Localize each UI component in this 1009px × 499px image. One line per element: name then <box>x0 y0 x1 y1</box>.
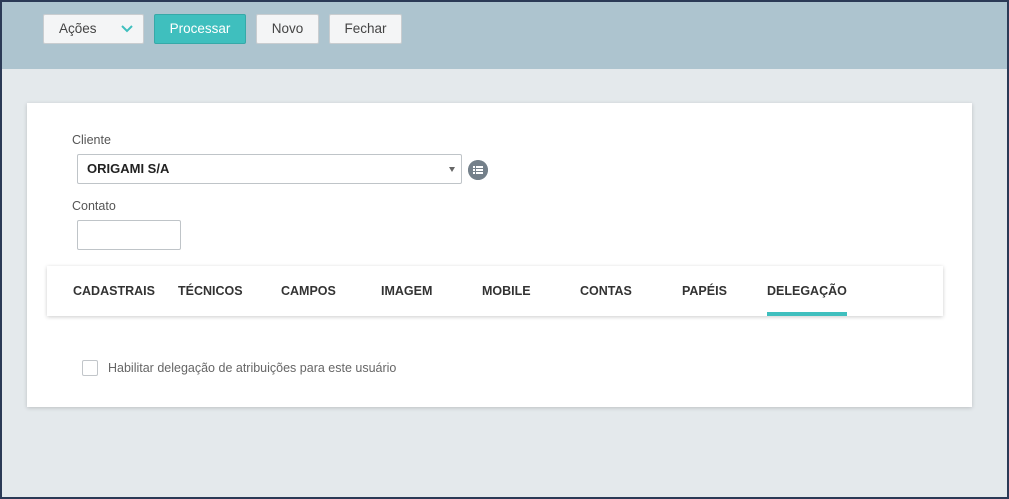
app-window: Ações Processar Novo Fechar Cliente ORIG… <box>0 0 1009 499</box>
tab-imagem[interactable]: IMAGEM <box>381 266 432 316</box>
cliente-select[interactable]: ORIGAMI S/A <box>77 154 462 184</box>
fechar-button[interactable]: Fechar <box>329 14 402 44</box>
form-card: Cliente ORIGAMI S/A Contato CADASTRAIS T… <box>27 103 972 407</box>
delegacao-checkbox[interactable] <box>82 360 98 376</box>
tab-label: TÉCNICOS <box>178 284 243 298</box>
tab-campos[interactable]: CAMPOS <box>281 266 336 316</box>
novo-button[interactable]: Novo <box>256 14 319 44</box>
cliente-select-value: ORIGAMI S/A <box>87 161 170 176</box>
tab-tecnicos[interactable]: TÉCNICOS <box>178 266 243 316</box>
tab-label: DELEGAÇÃO <box>767 284 847 298</box>
active-tab-indicator <box>767 312 847 316</box>
tab-delegacao[interactable]: DELEGAÇÃO <box>767 266 847 316</box>
tab-papeis[interactable]: PAPÉIS <box>682 266 727 316</box>
tab-label: MOBILE <box>482 284 531 298</box>
tab-contas[interactable]: CONTAS <box>580 266 632 316</box>
tab-label: PAPÉIS <box>682 284 727 298</box>
delegacao-checkbox-label: Habilitar delegação de atribuições para … <box>108 361 397 375</box>
acoes-label: Ações <box>59 21 97 36</box>
processar-button[interactable]: Processar <box>154 14 246 44</box>
tab-bar: CADASTRAIS TÉCNICOS CAMPOS IMAGEM MOBILE… <box>47 266 943 316</box>
tab-cadastrais[interactable]: CADASTRAIS <box>73 266 155 316</box>
contato-input[interactable] <box>77 220 181 250</box>
cliente-label: Cliente <box>72 133 111 147</box>
tab-mobile[interactable]: MOBILE <box>482 266 531 316</box>
acoes-dropdown-button[interactable]: Ações <box>43 14 144 44</box>
contato-label: Contato <box>72 199 116 213</box>
tab-label: CAMPOS <box>281 284 336 298</box>
caret-down-icon <box>449 167 455 172</box>
chevron-down-icon <box>121 25 133 33</box>
tab-label: IMAGEM <box>381 284 433 298</box>
top-toolbar: Ações Processar Novo Fechar <box>2 2 1007 69</box>
list-icon[interactable] <box>468 160 488 180</box>
tab-label: CADASTRAIS <box>73 284 155 298</box>
delegacao-option[interactable]: Habilitar delegação de atribuições para … <box>82 360 396 376</box>
tab-label: CONTAS <box>580 284 632 298</box>
